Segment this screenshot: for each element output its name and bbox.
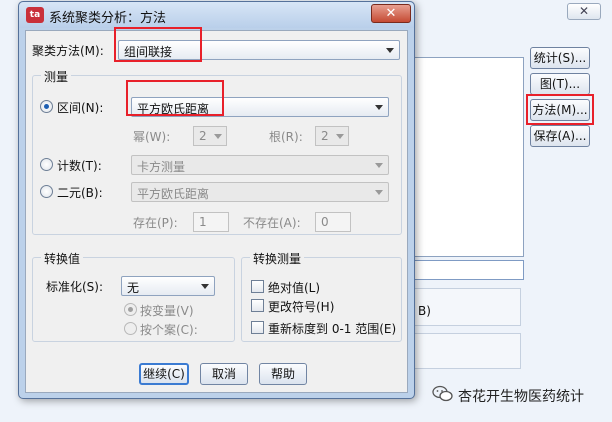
binary-radio[interactable] (40, 185, 53, 198)
parent-variable-list[interactable] (413, 57, 524, 257)
standardize-select[interactable]: 无 (121, 276, 215, 296)
continue-button[interactable]: 继续(C) (139, 363, 189, 385)
dialog-close-button[interactable]: ✕ (371, 4, 411, 23)
binary-measure-select[interactable]: 平方欧氏距离 (131, 182, 389, 202)
power-value: 2 (199, 129, 207, 143)
chevron-down-icon (201, 284, 209, 289)
chevron-down-icon (336, 134, 344, 139)
counts-label: 计数(T): (57, 159, 102, 173)
measure-group-title: 测量 (41, 68, 72, 85)
present-label: 存在(P): (133, 216, 178, 230)
counts-radio[interactable] (40, 158, 53, 171)
watermark-text: 杏花开生物医药统计 (458, 389, 584, 405)
cluster-method-label: 聚类方法(M): (32, 44, 104, 58)
transform-values-title: 转换值 (41, 250, 84, 267)
absent-value: 0 (321, 215, 329, 229)
statistics-button[interactable]: 统计(S)... (530, 47, 590, 69)
interval-label: 区间(N): (57, 101, 104, 115)
wechat-icon (432, 385, 453, 402)
absent-label: 不存在(A): (243, 216, 301, 230)
root-select[interactable]: 2 (315, 126, 349, 146)
parent-close-button[interactable]: ✕ (567, 3, 601, 20)
root-label: 根(R): (269, 130, 303, 144)
parent-hidden-label: B) (418, 304, 431, 318)
root-value: 2 (321, 129, 329, 143)
highlight-box-interval-measure (126, 80, 224, 116)
help-button[interactable]: 帮助 (259, 363, 307, 385)
by-variable-radio[interactable] (124, 303, 137, 316)
change-sign-label: 更改符号(H) (268, 300, 335, 314)
transform-measures-title: 转换测量 (250, 250, 305, 267)
binary-measure-value: 平方欧氏距离 (137, 187, 210, 201)
by-case-radio[interactable] (124, 322, 137, 335)
chevron-down-icon (375, 190, 383, 195)
spss-app-icon: ta (26, 7, 44, 23)
absolute-values-label: 绝对值(L) (268, 281, 321, 295)
standardize-label: 标准化(S): (46, 280, 104, 294)
rescale-label: 重新标度到 0-1 范围(E) (268, 322, 397, 336)
chevron-down-icon (386, 48, 394, 53)
chevron-down-icon (375, 105, 383, 110)
change-sign-checkbox[interactable] (251, 299, 264, 312)
standardize-value: 无 (127, 281, 140, 295)
highlight-box-method-button (526, 94, 594, 125)
power-select[interactable]: 2 (193, 126, 227, 146)
chevron-down-icon (375, 163, 383, 168)
chevron-down-icon (214, 134, 222, 139)
rescale-checkbox[interactable] (251, 321, 264, 334)
dialog-titlebar[interactable]: ta 系统聚类分析：方法 ✕ (19, 2, 414, 28)
highlight-box-cluster-method (114, 27, 202, 62)
dialog-body: 聚类方法(M): 组间联接 测量 区间(N): 平方欧氏距离 幂(W): 2 根… (25, 27, 408, 393)
by-variable-label: 按变量(V) (140, 304, 194, 318)
parent-label-cases-field[interactable] (410, 260, 524, 280)
power-label: 幂(W): (133, 130, 171, 144)
binary-label: 二元(B): (57, 186, 103, 200)
dialog-title: 系统聚类分析：方法 (49, 11, 167, 26)
method-dialog: ta 系统聚类分析：方法 ✕ 聚类方法(M): 组间联接 测量 区间(N): 平… (18, 1, 415, 399)
by-case-label: 按个案(C): (140, 323, 198, 337)
present-value: 1 (199, 215, 207, 229)
counts-measure-select[interactable]: 卡方测量 (131, 155, 389, 175)
parent-bottom-group (410, 333, 521, 369)
absent-field[interactable]: 0 (315, 212, 351, 232)
absolute-values-checkbox[interactable] (251, 280, 264, 293)
counts-measure-value: 卡方测量 (137, 160, 186, 174)
cancel-button[interactable]: 取消 (200, 363, 248, 385)
interval-radio[interactable] (40, 100, 53, 113)
present-field[interactable]: 1 (193, 212, 229, 232)
plots-button[interactable]: 图(T)... (530, 73, 590, 95)
save-button[interactable]: 保存(A)... (530, 125, 590, 147)
